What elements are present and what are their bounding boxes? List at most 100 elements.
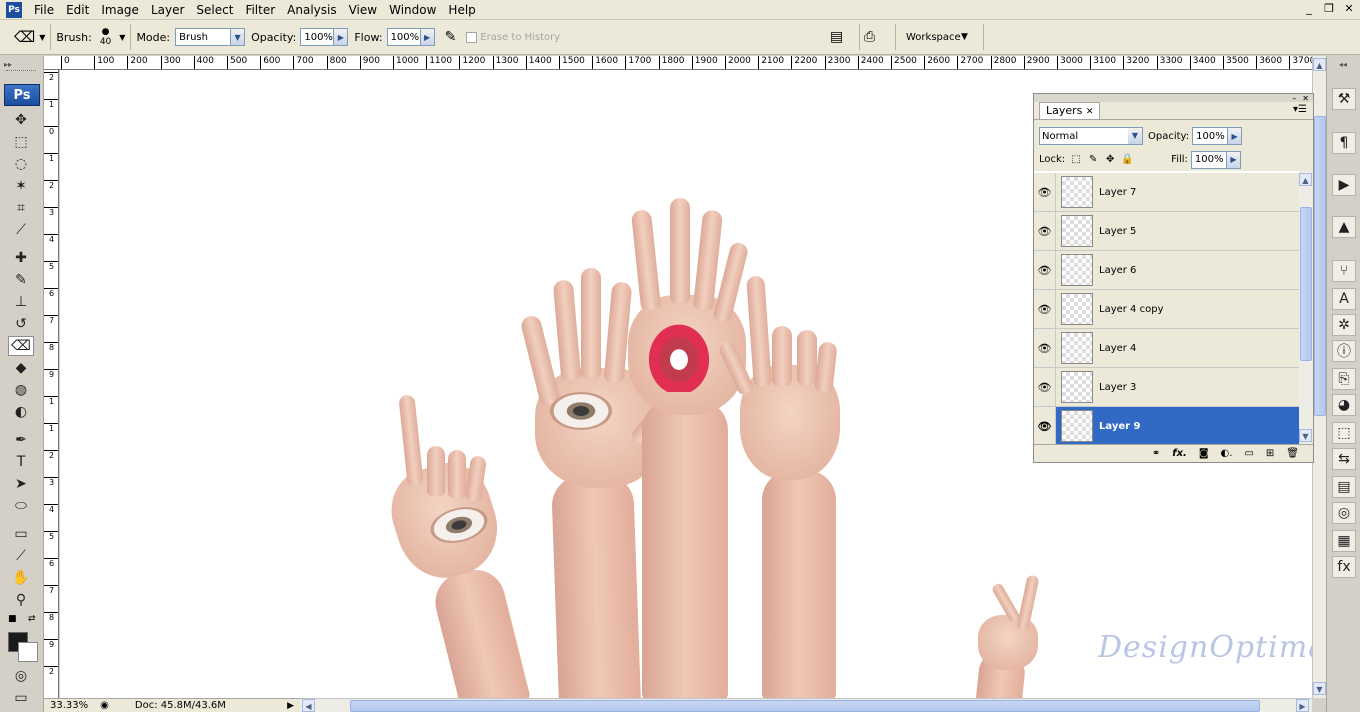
clone-source-icon[interactable]: ⎘ <box>1332 368 1356 390</box>
menu-image[interactable]: Image <box>95 0 145 20</box>
status-info-icon[interactable]: ◉ <box>94 700 115 711</box>
lasso-icon[interactable]: ◌ <box>8 154 34 174</box>
lock-position-icon[interactable]: ✥ <box>1104 154 1116 166</box>
menu-view[interactable]: View <box>343 0 383 20</box>
eyedropper-icon[interactable]: ⟋ <box>8 220 34 240</box>
link-icon[interactable]: ⚭ <box>1152 448 1160 459</box>
visibility-eye-icon[interactable]: 👁 <box>1034 172 1056 212</box>
screen-mode-icon[interactable]: ▭ <box>8 690 34 706</box>
restore-icon[interactable]: ❐ <box>1322 2 1336 16</box>
eraser-icon[interactable]: ⌫ <box>8 336 34 356</box>
quick-mask-icon[interactable]: ◎ <box>8 666 34 686</box>
crop-icon[interactable]: ⌗ <box>8 198 34 218</box>
layer-opacity-arrow-icon[interactable]: ▶ <box>1228 127 1243 145</box>
fill-arrow-icon[interactable]: ▶ <box>1226 150 1241 169</box>
pen-icon[interactable]: ✒ <box>8 430 34 450</box>
mode-select[interactable]: Brush <box>175 28 232 46</box>
styles-icon[interactable]: fx <box>1332 556 1356 578</box>
path-selection-icon[interactable]: ➤ <box>8 474 34 494</box>
fx-icon[interactable]: fx. <box>1172 448 1187 459</box>
chevron-down-icon[interactable]: ▼ <box>119 33 125 42</box>
visibility-eye-icon[interactable]: 👁 <box>1034 406 1056 445</box>
vertical-scrollbar[interactable]: ▲ ▼ <box>1312 56 1326 698</box>
horizontal-scroll-thumb[interactable] <box>350 700 1260 712</box>
close-tab-icon[interactable]: ✕ <box>1086 107 1094 117</box>
swap-colors-icon[interactable]: ⇄ <box>28 614 36 624</box>
palette-well-icon[interactable]: ▤ <box>830 29 843 45</box>
magic-wand-icon[interactable]: ✶ <box>8 176 34 196</box>
bridge-icon[interactable]: ⎙ <box>864 29 875 45</box>
chevron-down-icon[interactable]: ▼ <box>1128 128 1142 144</box>
chevron-down-icon[interactable]: ▼ <box>39 33 45 42</box>
histogram-icon[interactable]: ▲ <box>1332 216 1356 238</box>
layer-opacity-input[interactable]: 100% <box>1192 127 1229 145</box>
layer-row[interactable]: 👁 Layer 4 copy <box>1034 289 1299 329</box>
marquee-icon[interactable]: ⬚ <box>8 132 34 152</box>
layer-row[interactable]: 👁 Layer 4 <box>1034 328 1299 368</box>
lock-pixels-icon[interactable]: ✎ <box>1087 154 1099 166</box>
trash-icon[interactable]: 🗑 <box>1286 448 1299 459</box>
horizontal-scrollbar[interactable]: ◀ ▶ <box>300 698 1312 712</box>
erase-history-checkbox[interactable] <box>466 31 478 43</box>
collapse-icon[interactable]: ▸▸ <box>4 60 12 69</box>
navigator-icon[interactable]: ✲ <box>1332 314 1356 336</box>
layer-row[interactable]: 👁 Layer 3 <box>1034 367 1299 407</box>
flow-arrow-icon[interactable]: ▶ <box>420 28 435 46</box>
swatches-icon[interactable]: ◎ <box>1332 502 1356 524</box>
panel-titlebar[interactable]: – ✕ <box>1034 94 1313 103</box>
chevron-down-icon[interactable]: ▼ <box>231 28 246 46</box>
scroll-down-icon[interactable]: ▼ <box>1299 429 1312 442</box>
scroll-left-icon[interactable]: ◀ <box>302 699 315 712</box>
hand-icon[interactable]: ✋ <box>8 568 34 588</box>
menu-window[interactable]: Window <box>383 0 442 20</box>
tab-layers[interactable]: Layers ✕ <box>1039 102 1101 119</box>
paint-bucket-icon[interactable]: ◆ <box>8 358 34 378</box>
new-layer-icon[interactable]: ⊞ <box>1266 448 1274 459</box>
chevron-down-icon[interactable]: ▼ <box>961 32 968 42</box>
stamp-icon[interactable]: ⊥ <box>8 292 34 312</box>
zoom-icon[interactable]: ⚲ <box>8 590 34 610</box>
scroll-down-icon[interactable]: ▼ <box>1313 682 1326 695</box>
color-icon[interactable]: ◕ <box>1332 394 1356 416</box>
background-color-swatch[interactable] <box>18 642 38 662</box>
actions-icon[interactable]: ▶ <box>1332 174 1356 196</box>
visibility-eye-icon[interactable]: 👁 <box>1034 289 1056 329</box>
type-icon[interactable]: T <box>8 452 34 472</box>
layer-row[interactable]: 👁 Layer 6 <box>1034 250 1299 290</box>
transform-icon[interactable]: ⬚ <box>1332 422 1356 444</box>
lock-transparency-icon[interactable]: ⬚ <box>1070 154 1082 166</box>
brush-icon[interactable]: ✎ <box>8 270 34 290</box>
scroll-up-icon[interactable]: ▲ <box>1299 173 1312 186</box>
status-menu-arrow-icon[interactable]: ▶ <box>281 701 300 711</box>
tool-presets-icon[interactable]: ⚒ <box>1332 88 1356 110</box>
menu-filter[interactable]: Filter <box>239 0 281 20</box>
workspace-button[interactable]: Workspace <box>906 32 961 43</box>
menu-edit[interactable]: Edit <box>60 0 95 20</box>
zoom-level[interactable]: 33.33% <box>44 700 94 711</box>
minimize-panel-icon[interactable]: – <box>1292 94 1296 103</box>
airbrush-icon[interactable]: ✎ <box>445 29 457 45</box>
grid-icon[interactable]: ▦ <box>1332 530 1356 552</box>
lock-all-icon[interactable]: 🔒 <box>1121 154 1133 166</box>
flow-input[interactable]: 100% <box>386 28 421 46</box>
menu-select[interactable]: Select <box>190 0 239 20</box>
visibility-eye-icon[interactable]: 👁 <box>1034 250 1056 290</box>
color-sampler-icon[interactable]: ⟋ <box>8 546 34 566</box>
notes-icon[interactable]: ▭ <box>8 524 34 544</box>
healing-icon[interactable]: ✚ <box>8 248 34 268</box>
dodge-icon[interactable]: ◐ <box>8 402 34 422</box>
menu-file[interactable]: File <box>28 0 60 20</box>
brush-preview[interactable]: ● 40 <box>100 27 111 47</box>
history-icon[interactable]: ⇆ <box>1332 448 1356 470</box>
vertical-scroll-thumb[interactable] <box>1314 116 1326 416</box>
panel-grip[interactable] <box>6 70 36 72</box>
folder-icon[interactable]: ▭ <box>1244 448 1253 459</box>
menu-analysis[interactable]: Analysis <box>281 0 342 20</box>
menu-help[interactable]: Help <box>442 0 481 20</box>
character-icon[interactable]: A <box>1332 288 1356 310</box>
eraser-preset-icon[interactable]: ⌫ <box>14 28 35 46</box>
close-icon[interactable]: ✕ <box>1342 2 1356 16</box>
layer-comps-icon[interactable]: ▤ <box>1332 476 1356 498</box>
opacity-input[interactable]: 100% <box>300 28 335 46</box>
adjustment-icon[interactable]: ◐. <box>1221 448 1233 459</box>
